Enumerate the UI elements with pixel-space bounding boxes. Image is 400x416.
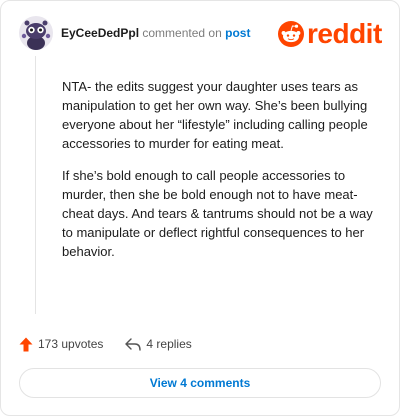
replies-count: 4 replies (146, 337, 192, 351)
username[interactable]: EyCeeDedPpl (61, 26, 139, 40)
comment-paragraph-2: If she’s bold enough to call people acce… (62, 168, 373, 259)
comment-header: EyCeeDedPpl commented on post (61, 26, 250, 40)
comment-actions: 173 upvotes 4 replies (19, 334, 192, 354)
comment-action-text: commented on (142, 26, 222, 40)
upvote-count: 173 upvotes (38, 337, 104, 351)
reply-arrow-icon (125, 337, 142, 351)
reddit-wordmark: reddit (307, 18, 382, 49)
upvote-arrow-icon (19, 337, 33, 351)
upvote-button[interactable]: 173 upvotes (19, 337, 103, 352)
post-link[interactable]: post (225, 26, 250, 40)
snoo-avatar-icon (19, 16, 53, 50)
view-comments-button[interactable]: View 4 comments (19, 368, 381, 398)
reddit-logo[interactable]: reddit (278, 19, 382, 49)
user-avatar[interactable] (19, 16, 53, 50)
comment-body: NTA- the edits suggest your daughter use… (62, 77, 374, 274)
replies-button[interactable]: 4 replies (125, 337, 192, 351)
reddit-alien-icon (278, 21, 304, 47)
thread-line[interactable] (35, 56, 36, 314)
comment-card: EyCeeDedPpl commented on post reddit NTA… (0, 0, 400, 416)
comment-paragraph-1: NTA- the edits suggest your daughter use… (62, 79, 368, 151)
